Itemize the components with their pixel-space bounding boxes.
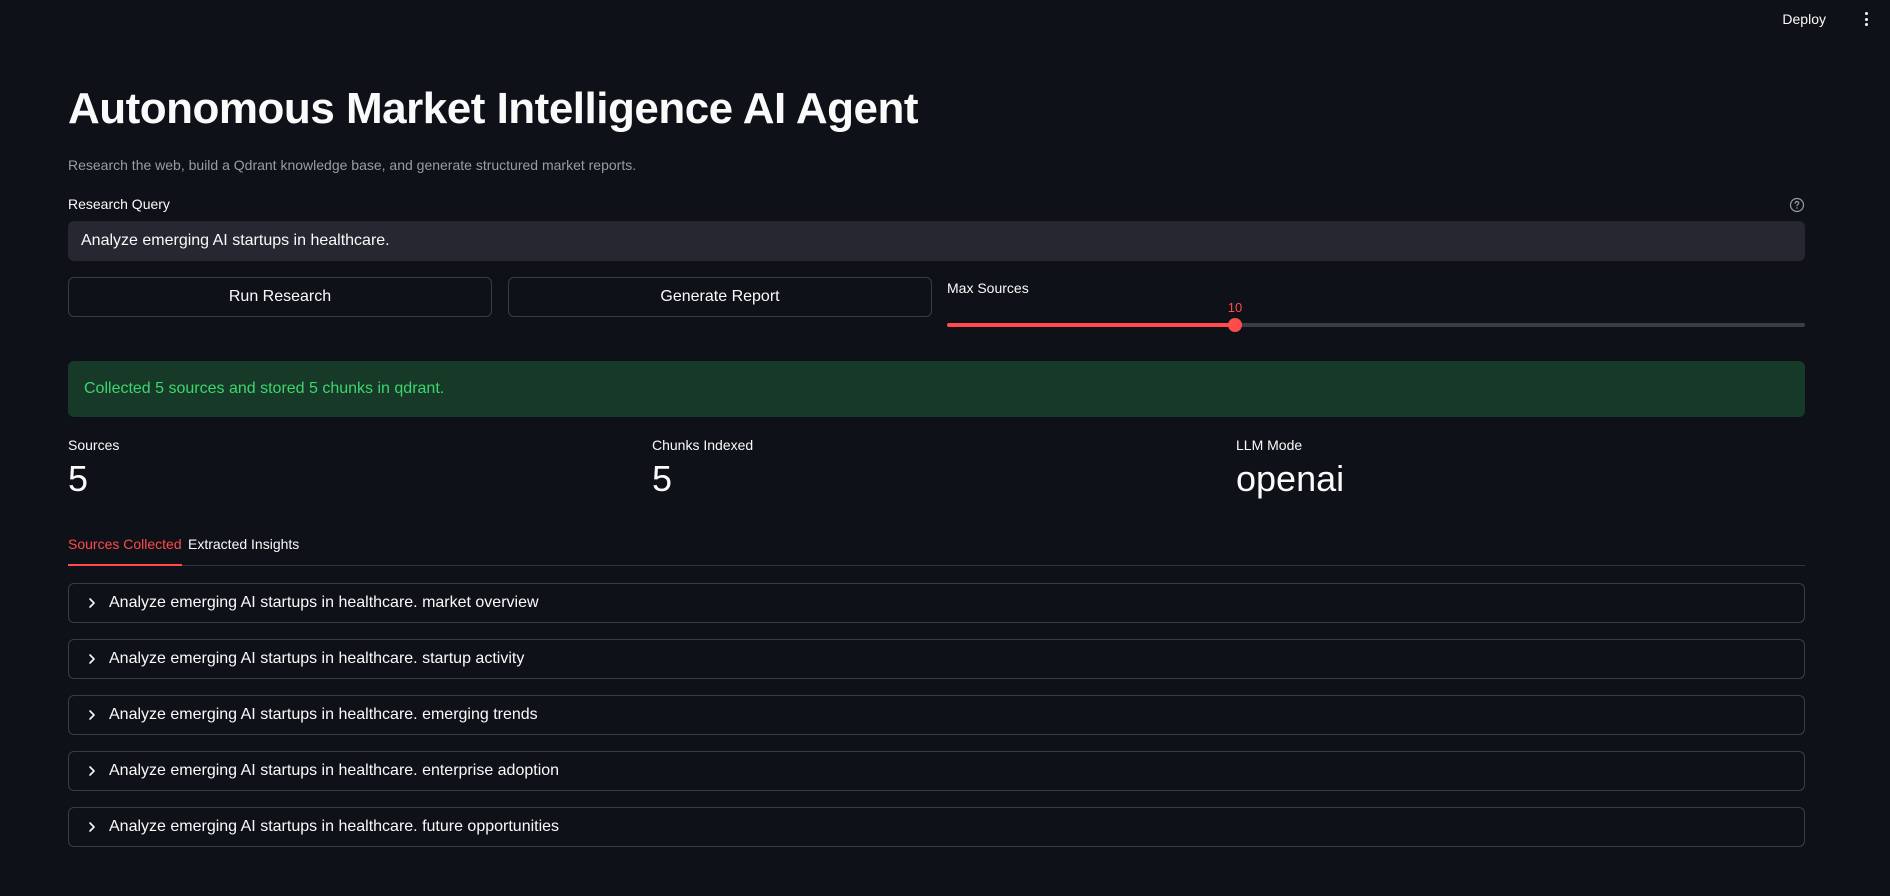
generate-report-button[interactable]: Generate Report: [508, 277, 932, 317]
metric-llm-mode: LLM Mode openai: [1236, 437, 1344, 499]
slider-fill: [947, 323, 1235, 327]
slider-track[interactable]: [947, 318, 1805, 332]
metric-value: 5: [652, 458, 673, 499]
source-expander[interactable]: Analyze emerging AI startups in healthca…: [68, 639, 1805, 679]
research-query-label: Research Query: [68, 196, 170, 212]
success-alert: Collected 5 sources and stored 5 chunks …: [68, 361, 1805, 417]
source-expander-label: Analyze emerging AI startups in healthca…: [109, 762, 560, 779]
chevron-right-icon: [89, 710, 95, 720]
chevron-right-icon: [89, 598, 95, 608]
page-title: Autonomous Market Intelligence AI Agent: [68, 84, 918, 133]
metric-value: openai: [1236, 458, 1345, 499]
slider-thumb[interactable]: [1228, 318, 1242, 332]
tab-extracted-insights[interactable]: Extracted Insights: [188, 536, 299, 564]
chevron-right-icon: [89, 766, 95, 776]
kebab-menu-icon[interactable]: [1860, 9, 1872, 29]
tab-sources-collected[interactable]: Sources Collected: [68, 536, 182, 566]
metric-sources: Sources 5: [68, 437, 119, 499]
slider-value: 10: [1227, 300, 1243, 315]
source-expander-label: Analyze emerging AI startups in healthca…: [109, 706, 538, 723]
chevron-right-icon: [89, 654, 95, 664]
run-research-button[interactable]: Run Research: [68, 277, 492, 317]
source-expander-label: Analyze emerging AI startups in healthca…: [109, 650, 525, 667]
tab-bar: Sources Collected Extracted Insights: [68, 532, 1805, 566]
deploy-button[interactable]: Deploy: [1778, 8, 1830, 30]
research-query-input[interactable]: Analyze emerging AI startups in healthca…: [68, 221, 1805, 261]
source-expander[interactable]: Analyze emerging AI startups in healthca…: [68, 695, 1805, 735]
top-bar: Deploy: [0, 0, 1890, 38]
source-expander-label: Analyze emerging AI startups in healthca…: [109, 594, 539, 611]
max-sources-slider: Max Sources 10: [947, 280, 1805, 332]
source-expander-label: Analyze emerging AI startups in healthca…: [109, 818, 560, 835]
max-sources-label: Max Sources: [947, 280, 1029, 296]
metric-label: Sources: [68, 437, 120, 453]
metric-label: LLM Mode: [1236, 437, 1303, 453]
chevron-right-icon: [89, 822, 95, 832]
source-expander[interactable]: Analyze emerging AI startups in healthca…: [68, 751, 1805, 791]
metric-value: 5: [68, 458, 89, 499]
page-subtitle: Research the web, build a Qdrant knowled…: [68, 157, 637, 173]
metric-chunks-indexed: Chunks Indexed 5: [652, 437, 753, 499]
source-expander[interactable]: Analyze emerging AI startups in healthca…: [68, 583, 1805, 623]
metric-label: Chunks Indexed: [652, 437, 754, 453]
question-circle-icon[interactable]: [1789, 197, 1805, 213]
source-expander[interactable]: Analyze emerging AI startups in healthca…: [68, 807, 1805, 847]
